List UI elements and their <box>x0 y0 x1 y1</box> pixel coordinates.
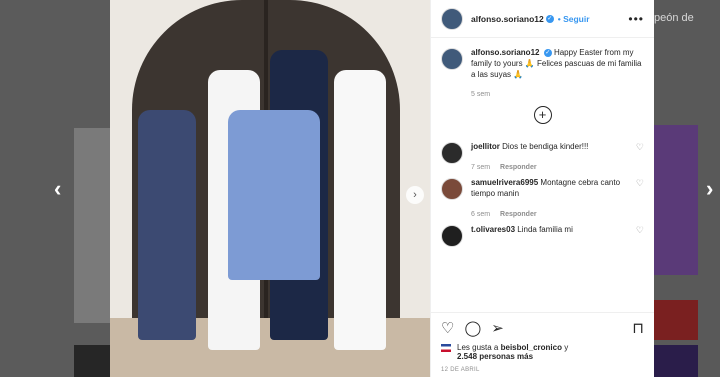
photo-person <box>228 110 320 280</box>
caption-row: alfonso.soriano12 ✓ Happy Easter from my… <box>441 48 644 100</box>
reply-button[interactable]: Responder <box>500 164 537 171</box>
action-icons: ♡ ◯ ➢ ⊓ <box>441 319 644 337</box>
background-left-photo <box>74 128 110 323</box>
post-actions: ♡ ◯ ➢ ⊓ Les gusta a beisbol_cronico y 2.… <box>431 312 654 377</box>
share-icon[interactable]: ➢ <box>491 319 504 337</box>
comment-text: Linda familia mi <box>517 225 573 235</box>
heart-icon[interactable]: ♡ <box>441 319 454 337</box>
chevron-left-icon[interactable]: ‹ <box>54 178 61 200</box>
comment-row: joellitor Dios te bendiga kinder!!! 7 se… <box>441 141 644 172</box>
likes-connector: y <box>564 343 569 352</box>
caption-username[interactable]: alfonso.soriano12 <box>471 48 539 57</box>
post-sidebar: alfonso.soriano12 ✓ • Seguir ••• alfonso… <box>430 0 654 377</box>
verified-icon: ✓ <box>545 14 554 23</box>
heart-icon[interactable]: ♡ <box>636 225 644 236</box>
background-right-ad <box>654 125 698 275</box>
post-date: 12 DE ABRIL <box>441 367 480 373</box>
background-right-bottom <box>654 345 698 377</box>
photo-person <box>138 110 196 340</box>
comment-row: t.olivares03 Linda familia mi ♡ <box>441 225 644 248</box>
avatar[interactable] <box>441 178 463 201</box>
background-right-text: peón de <box>654 12 694 24</box>
avatar[interactable] <box>441 225 463 248</box>
comment-icon[interactable]: ◯ <box>464 319 481 337</box>
more-options-icon[interactable]: ••• <box>628 12 644 26</box>
comment-row: samuelrivera6995 Montagne cebra canto ti… <box>441 178 644 219</box>
caption-time: 5 sem <box>471 91 491 99</box>
post-username[interactable]: alfonso.soriano12 <box>471 14 544 24</box>
follow-label: Seguir <box>563 13 590 24</box>
comment-username[interactable]: samuelrivera6995 <box>471 178 538 187</box>
avatar[interactable] <box>441 48 463 70</box>
photo-person <box>334 70 386 350</box>
chevron-right-icon[interactable]: › <box>706 178 713 200</box>
comments-section: alfonso.soriano12 ✓ Happy Easter from my… <box>431 38 654 312</box>
comment-time: 7 sem <box>471 163 491 171</box>
comment-username[interactable]: t.olivares03 <box>471 225 515 234</box>
next-slide-button[interactable]: › <box>406 186 424 204</box>
likes-prefix: Les gusta a <box>457 343 499 352</box>
likes-summary: Les gusta a beisbol_cronico y 2.548 pers… <box>441 343 644 361</box>
likes-count[interactable]: 2.548 personas más <box>457 352 533 361</box>
load-more-comments: + <box>441 105 644 124</box>
follow-button[interactable]: • Seguir <box>558 14 590 24</box>
plus-circle-icon[interactable]: + <box>533 105 552 124</box>
post-header: alfonso.soriano12 ✓ • Seguir ••• <box>431 0 654 38</box>
reply-button[interactable]: Responder <box>500 211 537 218</box>
heart-icon[interactable]: ♡ <box>636 142 644 153</box>
verified-icon: ✓ <box>543 48 552 57</box>
heart-icon[interactable]: ♡ <box>636 178 644 189</box>
likes-user[interactable]: beisbol_cronico <box>501 343 562 352</box>
comment-username[interactable]: joellitor <box>471 142 500 151</box>
bookmark-icon[interactable]: ⊓ <box>632 319 644 337</box>
post-modal: › alfonso.soriano12 ✓ • Seguir ••• alfon… <box>110 0 654 377</box>
avatar[interactable] <box>441 141 463 164</box>
background-left-strip <box>74 345 110 377</box>
post-photo: › <box>110 0 430 377</box>
flag-icon <box>441 344 451 352</box>
comment-time: 6 sem <box>471 210 491 218</box>
background-right-banner <box>654 300 698 340</box>
comment-text: Dios te bendiga kinder!!! <box>502 141 589 151</box>
avatar[interactable] <box>441 7 463 30</box>
